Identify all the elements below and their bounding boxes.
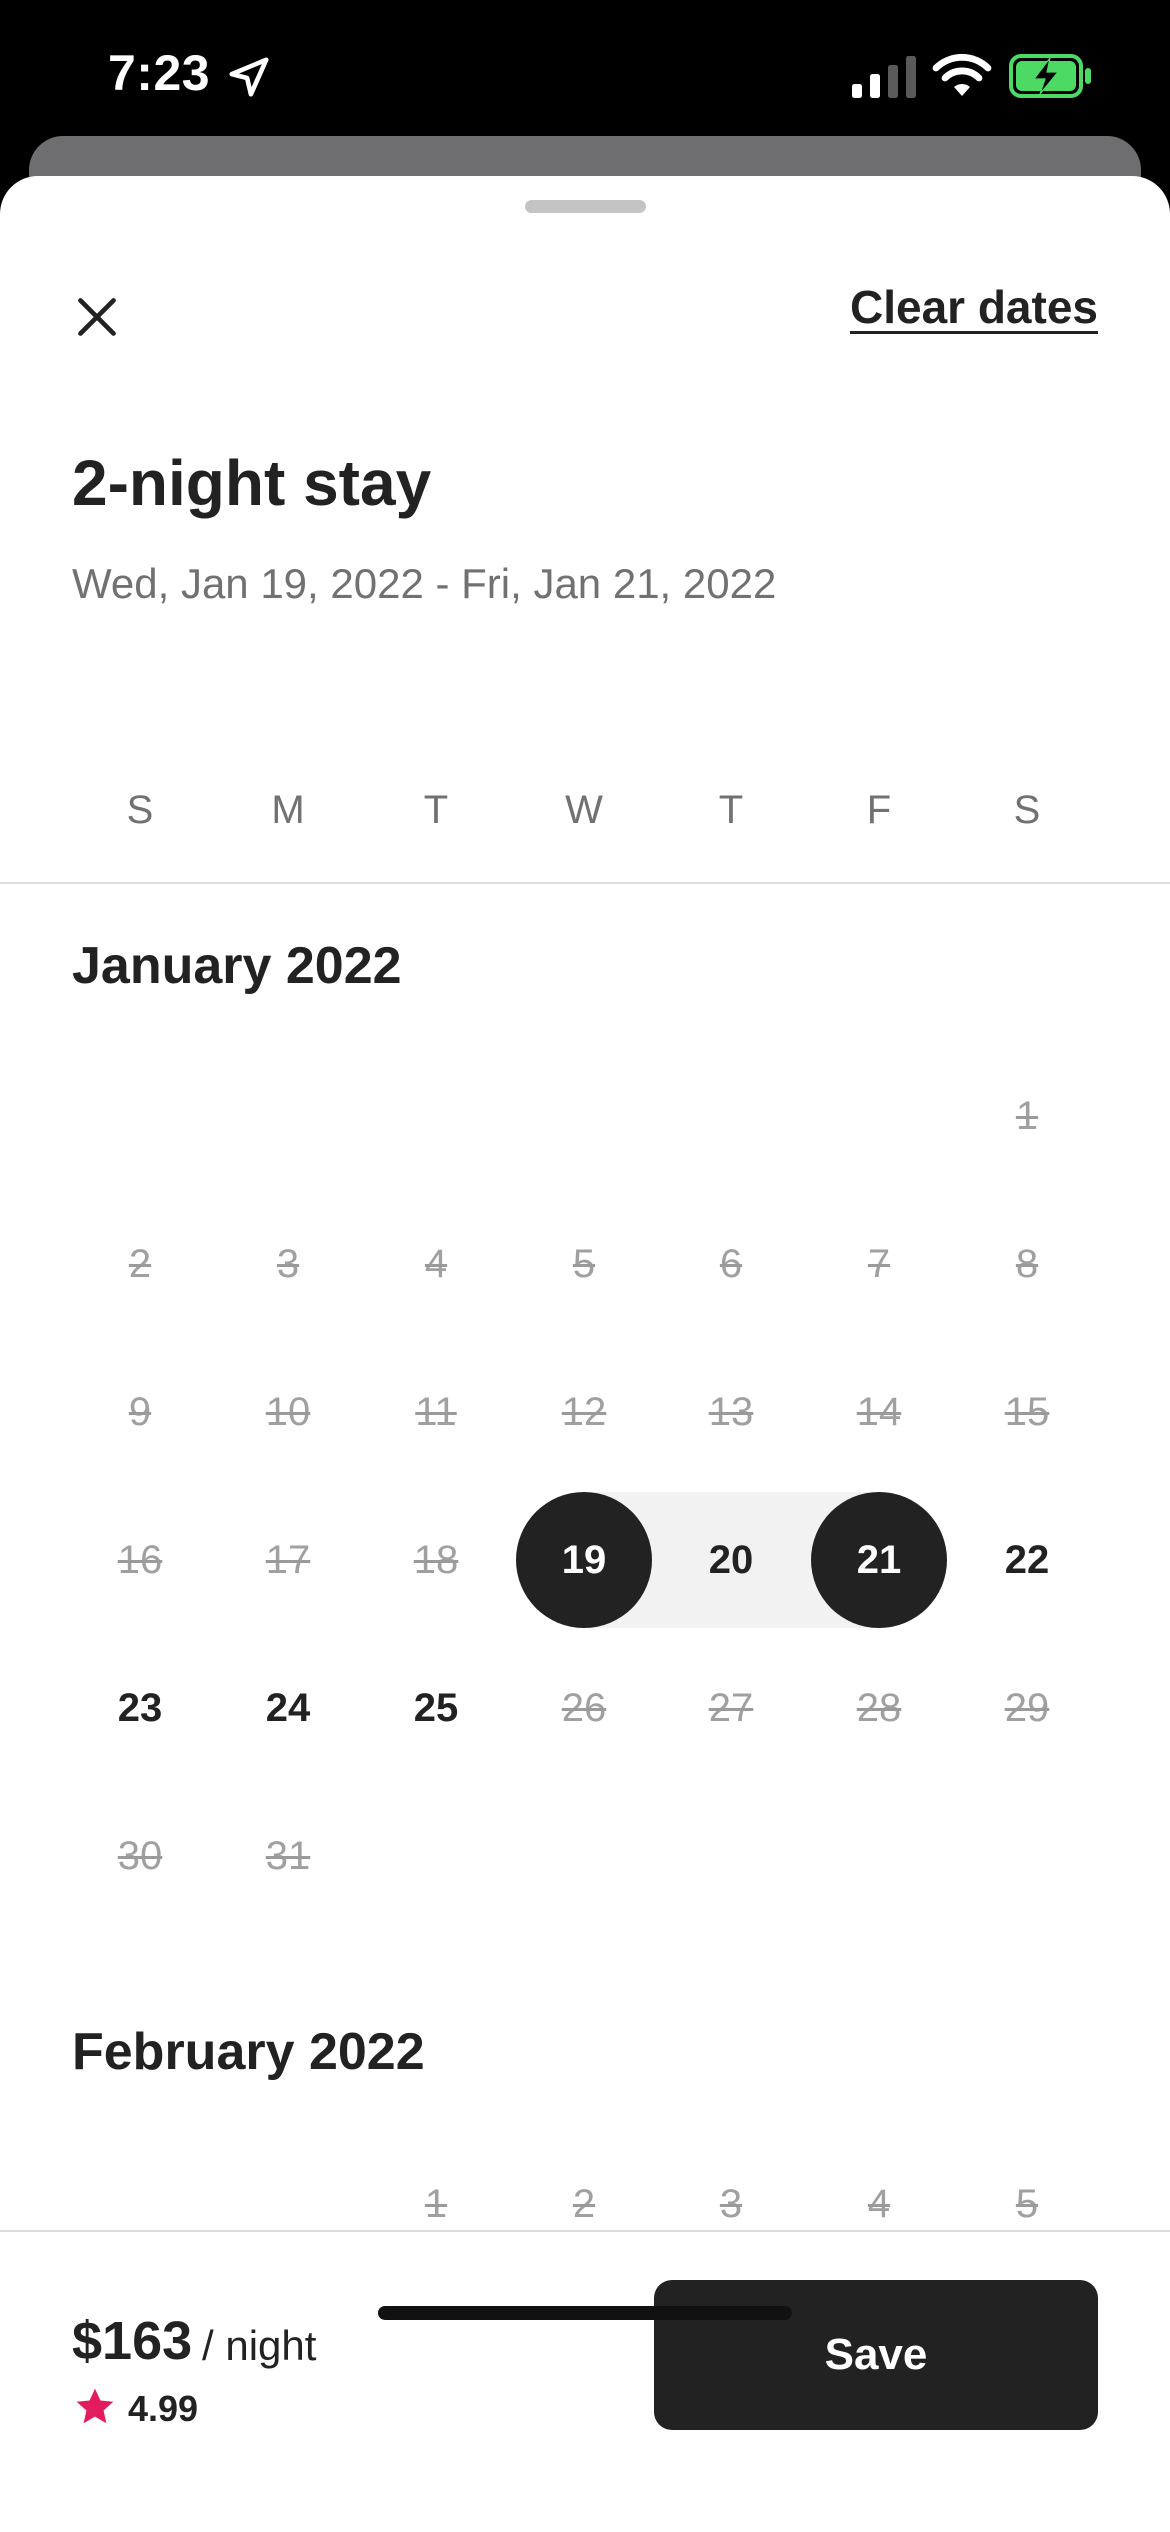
day-number: 24: [265, 1685, 311, 1730]
day-number: 18: [413, 1537, 459, 1582]
weekday-label: M: [271, 788, 305, 832]
calendar-day[interactable]: 21: [805, 1492, 953, 1628]
weekday-label: F: [866, 788, 892, 832]
day-number: 19: [561, 1537, 607, 1582]
day-number: 3: [276, 1241, 300, 1286]
location-arrow-icon: [229, 57, 269, 97]
status-time: 7:23: [108, 45, 211, 101]
day-number: 5: [572, 1241, 596, 1286]
day-number: 20: [708, 1537, 754, 1582]
day-number: 7: [867, 1241, 891, 1286]
day-number: 15: [1004, 1389, 1050, 1434]
calendar-day: 29: [953, 1640, 1101, 1776]
nightly-price: $163: [72, 2311, 193, 2371]
calendar-day: 13: [657, 1344, 805, 1480]
calendar-day: 26: [510, 1640, 658, 1776]
day-number: 29: [1004, 1685, 1050, 1730]
calendar-day: 1: [953, 1048, 1101, 1184]
calendar-day: 9: [66, 1344, 214, 1480]
calendar-day: 30: [66, 1788, 214, 1924]
close-button[interactable]: [62, 282, 132, 352]
date-picker-sheet: Clear dates 2-night stay Wed, Jan 19, 20…: [0, 176, 1170, 2532]
calendar-day: 2: [66, 1196, 214, 1332]
calendar-day: 31: [214, 1788, 362, 1924]
day-number: 30: [117, 1833, 163, 1878]
calendar-day: 27: [657, 1640, 805, 1776]
calendar-day: 18: [362, 1492, 510, 1628]
calendar-day: 6: [657, 1196, 805, 1332]
calendar-day: 5: [510, 1196, 658, 1332]
close-icon: [78, 298, 116, 336]
calendar-day: 3: [214, 1196, 362, 1332]
day-number: 8: [1015, 1241, 1039, 1286]
month-title: February 2022: [72, 2023, 425, 2081]
calendar-day[interactable]: 20: [657, 1492, 805, 1628]
battery-charging-icon: [1009, 54, 1091, 98]
wifi-icon: [932, 53, 992, 96]
day-number: 1: [424, 2181, 448, 2226]
weekday-label: S: [1013, 788, 1041, 832]
day-number: 26: [561, 1685, 607, 1730]
day-number: 2: [572, 2181, 596, 2226]
day-number: 28: [856, 1685, 902, 1730]
day-number: 21: [856, 1537, 902, 1582]
day-number: 2: [128, 1241, 152, 1286]
weekday-header: SMTWTFS: [0, 788, 1170, 868]
calendar-day: 10: [214, 1344, 362, 1480]
calendar-day: 12: [510, 1344, 658, 1480]
cellular-signal-icon: [852, 56, 916, 98]
calendar-day: 4: [362, 1196, 510, 1332]
weekday-divider: [0, 882, 1170, 884]
clear-dates-link[interactable]: Clear dates: [850, 280, 1098, 334]
stay-date-range: Wed, Jan 19, 2022 - Fri, Jan 21, 2022: [72, 560, 777, 607]
day-number: 14: [856, 1389, 902, 1434]
calendar-day: 7: [805, 1196, 953, 1332]
screen: 7:23 Clear dates 2-night stay Wed, Jan 1…: [0, 0, 1170, 2532]
day-number: 6: [719, 1241, 743, 1286]
calendar-day[interactable]: 25: [362, 1640, 510, 1776]
day-number: 31: [265, 1833, 311, 1878]
status-bar: 7:23: [0, 0, 1170, 140]
calendar-day[interactable]: 24: [214, 1640, 362, 1776]
day-number: 27: [708, 1685, 754, 1730]
weekday-label: S: [126, 788, 154, 832]
per-night-label: / night: [202, 2322, 317, 2369]
stay-title: 2-night stay: [72, 447, 432, 519]
calendar-day: 28: [805, 1640, 953, 1776]
weekday-label: W: [565, 788, 603, 832]
day-number: 17: [265, 1537, 311, 1582]
day-number: 10: [265, 1389, 311, 1434]
calendar-day: 11: [362, 1344, 510, 1480]
day-number: 5: [1015, 2181, 1039, 2226]
save-button[interactable]: Save: [654, 2280, 1098, 2430]
calendar-day[interactable]: 23: [66, 1640, 214, 1776]
calendar-day: 15: [953, 1344, 1101, 1480]
day-number: 25: [413, 1685, 459, 1730]
home-indicator: [378, 2306, 792, 2320]
day-number: 3: [719, 2181, 743, 2226]
star-icon: [76, 2388, 114, 2424]
sheet-grabber[interactable]: [525, 200, 646, 213]
weekday-label: T: [423, 788, 449, 832]
calendar-day[interactable]: 19: [510, 1492, 658, 1628]
day-number: 1: [1015, 1093, 1039, 1138]
day-number: 4: [867, 2181, 891, 2226]
calendar-day: 14: [805, 1344, 953, 1480]
calendar-day: 17: [214, 1492, 362, 1628]
calendar-day: 8: [953, 1196, 1101, 1332]
day-number: 9: [128, 1389, 152, 1434]
day-number: 11: [415, 1389, 457, 1434]
calendar-day[interactable]: 22: [953, 1492, 1101, 1628]
rating-value: 4.99: [128, 2388, 199, 2429]
day-number: 23: [117, 1685, 163, 1730]
calendar-day: 16: [66, 1492, 214, 1628]
day-number: 13: [708, 1389, 754, 1434]
booking-footer: $163 / night 4.99 Save: [0, 2230, 1170, 2532]
day-number: 22: [1004, 1537, 1050, 1582]
day-number: 16: [117, 1537, 163, 1582]
day-number: 4: [424, 1241, 448, 1286]
month-title: January 2022: [72, 937, 402, 995]
day-number: 12: [561, 1389, 607, 1434]
weekday-label: T: [718, 788, 744, 832]
